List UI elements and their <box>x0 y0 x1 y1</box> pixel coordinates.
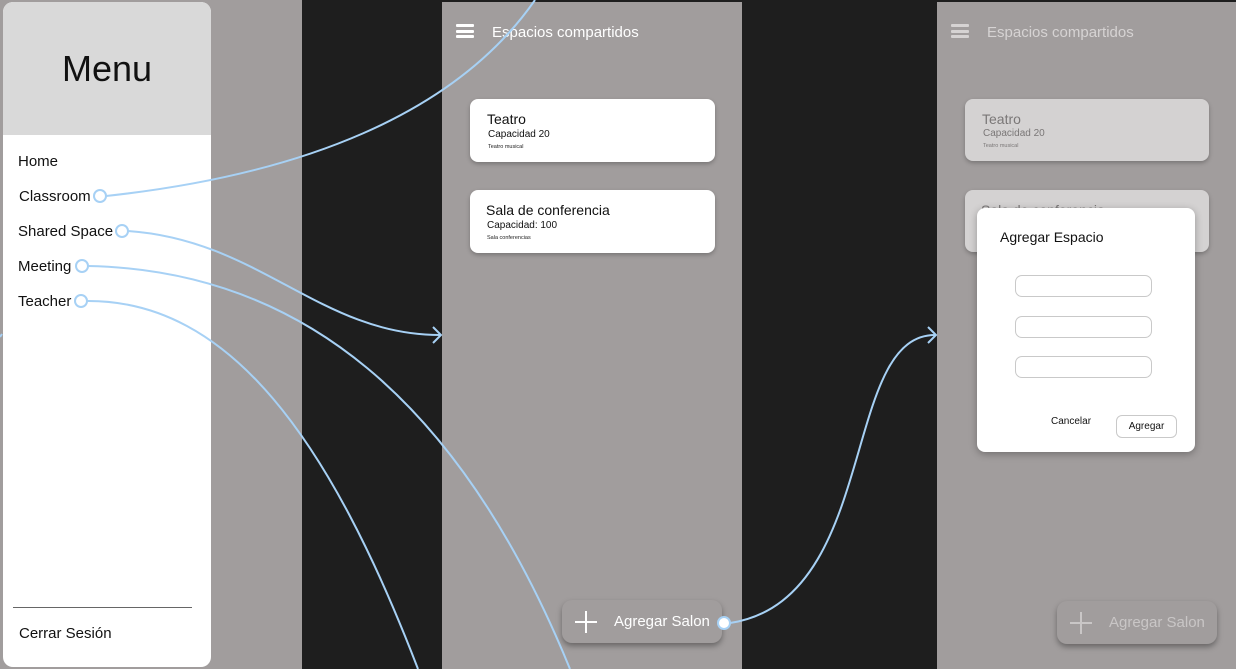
card-name: Sala de conferencia <box>486 202 610 218</box>
shared-spaces-frame: Espacios compartidos Teatro Capacidad 20… <box>442 2 742 669</box>
drawer-title: Menu <box>61 47 153 89</box>
menu-item-teacher[interactable]: Teacher <box>18 293 71 310</box>
space-card-sala-conferencia[interactable]: Sala de conferencia Capacidad: 100 Sala … <box>470 190 715 253</box>
card-description: Teatro musical <box>488 144 524 150</box>
add-space-frame: Espacios compartidos Teatro Capacidad 20… <box>937 2 1236 669</box>
cancel-button[interactable]: Cancelar <box>1051 416 1091 427</box>
drawer-header: Menu <box>3 2 211 135</box>
card-name: Teatro <box>982 111 1021 127</box>
card-capacity: Capacidad 20 <box>488 129 550 140</box>
connector-add-room <box>729 334 936 624</box>
space-name-input[interactable] <box>1015 275 1152 297</box>
logout-item[interactable]: Cerrar Sesión <box>19 625 112 642</box>
add-room-button: Agregar Salon <box>1057 601 1217 644</box>
add-space-dialog: Agregar Espacio Cancelar Agregar <box>977 208 1195 452</box>
menu-item-classroom[interactable]: Classroom <box>19 188 91 205</box>
add-space-button[interactable]: Agregar <box>1116 415 1177 438</box>
menu-item-home[interactable]: Home <box>18 153 58 170</box>
menu-icon <box>951 24 969 38</box>
menu-divider <box>13 607 192 608</box>
menu-icon[interactable] <box>456 24 474 38</box>
card-description: Sala conferencias <box>487 235 531 241</box>
space-description-input[interactable] <box>1015 356 1152 378</box>
arrow-head-icon <box>927 326 938 344</box>
card-description: Teatro musical <box>983 143 1019 149</box>
screen-title: Espacios compartidos <box>492 24 639 41</box>
menu-item-shared-space[interactable]: Shared Space <box>18 223 113 240</box>
navigation-drawer: Menu Home Classroom Shared Space Meeting… <box>3 2 211 667</box>
arrow-head-icon <box>432 326 443 344</box>
add-room-label: Agregar Salon <box>614 613 710 630</box>
card-capacity: Capacidad: 100 <box>487 220 558 231</box>
screen-title: Espacios compartidos <box>987 24 1134 41</box>
menu-item-meeting[interactable]: Meeting <box>18 258 71 275</box>
dialog-title: Agregar Espacio <box>1000 229 1104 245</box>
plus-icon <box>1069 611 1093 635</box>
space-card-teatro[interactable]: Teatro Capacidad 20 Teatro musical <box>470 99 715 162</box>
add-room-label: Agregar Salon <box>1109 614 1205 631</box>
space-card-teatro: Teatro Capacidad 20 Teatro musical <box>965 99 1209 161</box>
add-room-button[interactable]: Agregar Salon <box>562 600 722 643</box>
space-capacity-input[interactable] <box>1015 316 1152 338</box>
card-name: Teatro <box>487 111 526 127</box>
plus-icon <box>574 610 598 634</box>
menu-frame: Menu Home Classroom Shared Space Meeting… <box>0 0 302 669</box>
card-capacity: Capacidad 20 <box>983 128 1045 139</box>
